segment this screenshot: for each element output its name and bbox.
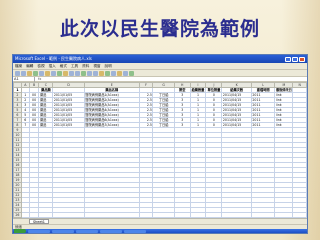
- taskbar-item[interactable]: [28, 229, 50, 233]
- cut-icon[interactable]: [45, 70, 50, 76]
- header-cell[interactable]: 藥品類: [38, 87, 54, 93]
- worksheet-table[interactable]: ABCDEFGHIJKLMN 1 藥品類 藥品名稱 劑型 給藥數量 單位劑量 給藥次數 建檔時…: [13, 82, 307, 233]
- menu-item[interactable]: 檔案: [15, 64, 22, 69]
- taskbar-item[interactable]: [100, 229, 122, 233]
- taskbar: [13, 229, 307, 233]
- taskbar-item[interactable]: [52, 229, 74, 233]
- minimize-icon[interactable]: [285, 56, 291, 62]
- fx-icon: fx: [38, 77, 42, 81]
- bold-icon[interactable]: [93, 70, 98, 76]
- spreadsheet-grid[interactable]: ABCDEFGHIJKLMN 1 藥品類 藥品名稱 劑型 給藥數量 單位劑量 給藥次數 建檔時…: [13, 82, 307, 233]
- taskbar-item[interactable]: [124, 229, 146, 233]
- menu-item[interactable]: 格式: [60, 64, 67, 69]
- window-controls: [285, 56, 305, 62]
- close-icon[interactable]: [299, 56, 305, 62]
- menu-item[interactable]: 說明: [105, 64, 112, 69]
- new-icon[interactable]: [15, 70, 20, 76]
- print-icon[interactable]: [33, 70, 38, 76]
- slide-title: 此次以民生醫院為範例: [59, 18, 260, 40]
- copy-icon[interactable]: [51, 70, 56, 76]
- preview-icon[interactable]: [39, 70, 44, 76]
- menu-item[interactable]: 資料: [82, 64, 89, 69]
- chart-icon[interactable]: [87, 70, 92, 76]
- open-icon[interactable]: [21, 70, 26, 76]
- header-cell[interactable]: 最後修改日: [274, 87, 294, 93]
- underline-icon[interactable]: [105, 70, 110, 76]
- italic-icon[interactable]: [99, 70, 104, 76]
- save-icon[interactable]: [27, 70, 32, 76]
- menu-item[interactable]: 視窗: [93, 64, 100, 69]
- menu-item[interactable]: 編輯: [26, 64, 33, 69]
- align-center-icon[interactable]: [117, 70, 122, 76]
- start-button[interactable]: [14, 229, 26, 233]
- toolbar: [13, 69, 307, 76]
- header-cell[interactable]: 單位劑量: [205, 87, 223, 93]
- menu-item[interactable]: 檢視: [37, 64, 44, 69]
- font-color-icon[interactable]: [129, 70, 134, 76]
- align-left-icon[interactable]: [111, 70, 116, 76]
- name-box[interactable]: A1: [13, 76, 35, 82]
- redo-icon[interactable]: [69, 70, 74, 76]
- window-title: Microsoft Excel - 範例 - 民生醫院病人.xls: [15, 56, 92, 61]
- undo-icon[interactable]: [63, 70, 68, 76]
- window-titlebar[interactable]: Microsoft Excel - 範例 - 民生醫院病人.xls: [13, 55, 307, 63]
- menu-item[interactable]: 工具: [71, 64, 78, 69]
- sum-icon[interactable]: [75, 70, 80, 76]
- sort-icon[interactable]: [81, 70, 86, 76]
- excel-window[interactable]: Microsoft Excel - 範例 - 民生醫院病人.xls 檔案 編輯 檢視…: [12, 54, 308, 234]
- fill-color-icon[interactable]: [123, 70, 128, 76]
- paste-icon[interactable]: [57, 70, 62, 76]
- maximize-icon[interactable]: [292, 56, 298, 62]
- menu-item[interactable]: 插入: [49, 64, 56, 69]
- taskbar-item[interactable]: [76, 229, 98, 233]
- header-cell[interactable]: 給藥數量: [189, 87, 207, 93]
